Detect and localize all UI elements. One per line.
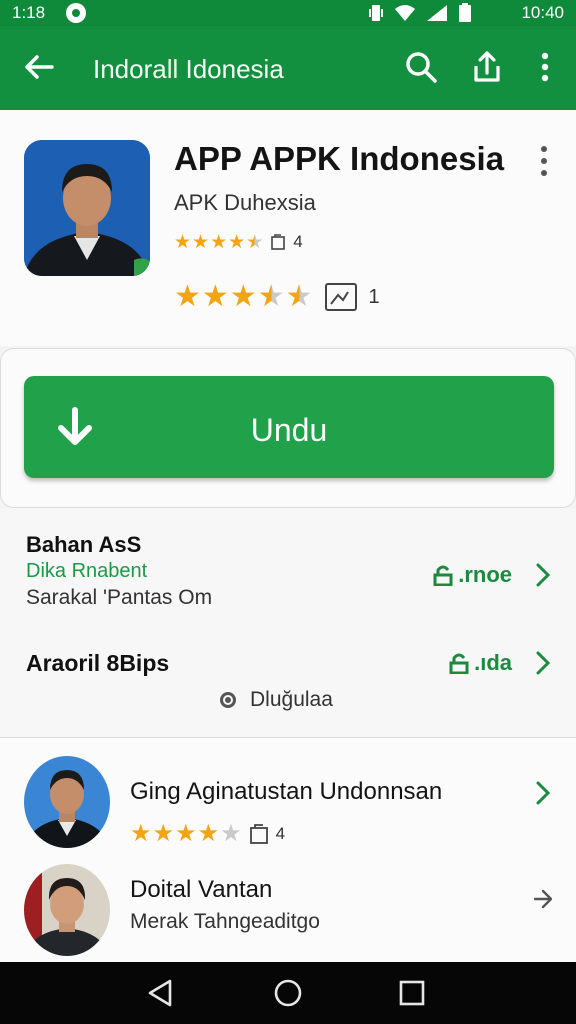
arrow-right-icon[interactable] <box>534 886 552 912</box>
radio-dot-icon <box>220 692 236 708</box>
related-item-title: Doital Vantan <box>130 876 273 903</box>
install-button-label: Undu <box>250 412 328 448</box>
related-apps-list: Ging Aginatustan Undonnsan ★ ★ ★ ★ ★ 4 Doita… <box>0 738 576 962</box>
battery-icon <box>459 3 471 22</box>
wifi-icon <box>395 5 415 21</box>
list-item[interactable]: Ging Aginatustan Undonnsan ★ ★ ★ ★ ★ 4 <box>0 750 576 860</box>
app-toolbar: Indorall Idonesia <box>0 26 576 110</box>
system-icons <box>368 3 472 23</box>
info-action-2[interactable]: .ıda <box>448 650 512 676</box>
info-detail: Sarakal 'Pantas Om <box>26 586 213 609</box>
chevron-right-icon[interactable] <box>534 562 552 588</box>
info-action-2-label: .ıda <box>474 650 512 675</box>
search-icon[interactable] <box>402 48 440 86</box>
rating-summary-small: ★ ★ ★ ★ ★ 4 <box>174 232 303 252</box>
vibrate-icon <box>369 5 383 21</box>
developer-name[interactable]: APK Duhexsia <box>174 190 316 216</box>
app-more-options-icon[interactable] <box>532 144 556 178</box>
status-bar: 1:18 10:40 <box>0 0 576 26</box>
chevron-right-icon[interactable] <box>534 780 552 806</box>
nav-recents-icon[interactable] <box>396 977 428 1009</box>
avatar <box>24 864 110 956</box>
star-rating: ★ ★ ★ ★ ★ <box>174 231 264 253</box>
list-item[interactable]: Doital Vantan Merak Tahngeaditgo <box>0 858 576 962</box>
notification-icon <box>66 3 86 23</box>
star-rating-large: ★ ★ ★ ★ ★ <box>174 280 313 313</box>
info-row2-label: Araoril 8Bips <box>26 650 170 676</box>
lock-icon <box>433 565 453 586</box>
related-item-subtitle: Merak Tahngeaditgo <box>130 910 320 933</box>
info-action-1-label: .rnoe <box>458 562 512 587</box>
nav-back-icon[interactable] <box>144 977 176 1009</box>
star-rating: ★ ★ ★ ★ ★ <box>130 820 242 847</box>
radio-option[interactable]: Dluğulaa <box>220 688 333 712</box>
rating-summary-large: ★ ★ ★ ★ ★ 1 <box>174 282 380 312</box>
info-subheading[interactable]: Dika Rnabent <box>26 560 147 583</box>
status-time-left: 1:18 <box>12 3 46 22</box>
system-navigation-bar <box>0 962 576 1024</box>
overflow-menu-icon[interactable] <box>526 48 564 86</box>
install-button[interactable]: Undu <box>24 376 554 478</box>
share-icon[interactable] <box>468 48 506 86</box>
app-icon <box>24 140 150 276</box>
rating-count-small: 4 <box>293 232 303 251</box>
status-time-right: 10:40 <box>521 3 564 22</box>
info-action-1[interactable]: .rnoe <box>432 562 512 588</box>
review-icon <box>249 824 268 844</box>
nav-home-icon[interactable] <box>272 977 304 1009</box>
back-arrow-icon[interactable] <box>22 50 56 84</box>
info-heading: Bahan AsS <box>26 532 142 557</box>
app-title: APP APPK Indonesia <box>174 140 505 177</box>
review-icon <box>271 234 286 250</box>
chevron-right-icon[interactable] <box>534 650 552 676</box>
related-item-rating: ★ ★ ★ ★ ★ 4 <box>130 822 285 846</box>
related-item-title: Ging Aginatustan Undonnsan <box>130 778 443 805</box>
radio-option-label: Dluğulaa <box>250 688 333 711</box>
app-header: APP APPK Indonesia APK Duhexsia ★ ★ ★ ★ ★ 4 … <box>0 110 576 346</box>
image-gallery-icon[interactable] <box>324 283 357 311</box>
avatar <box>24 756 110 848</box>
toolbar-title: Indorall Idonesia <box>93 54 284 84</box>
signal-icon <box>427 5 447 21</box>
lock-icon <box>449 653 469 674</box>
app-info-section: Bahan AsS Dika Rnabent Sarakal 'Pantas O… <box>0 508 576 738</box>
rating-count-large: 1 <box>368 285 380 308</box>
related-rating-count: 4 <box>275 824 286 843</box>
